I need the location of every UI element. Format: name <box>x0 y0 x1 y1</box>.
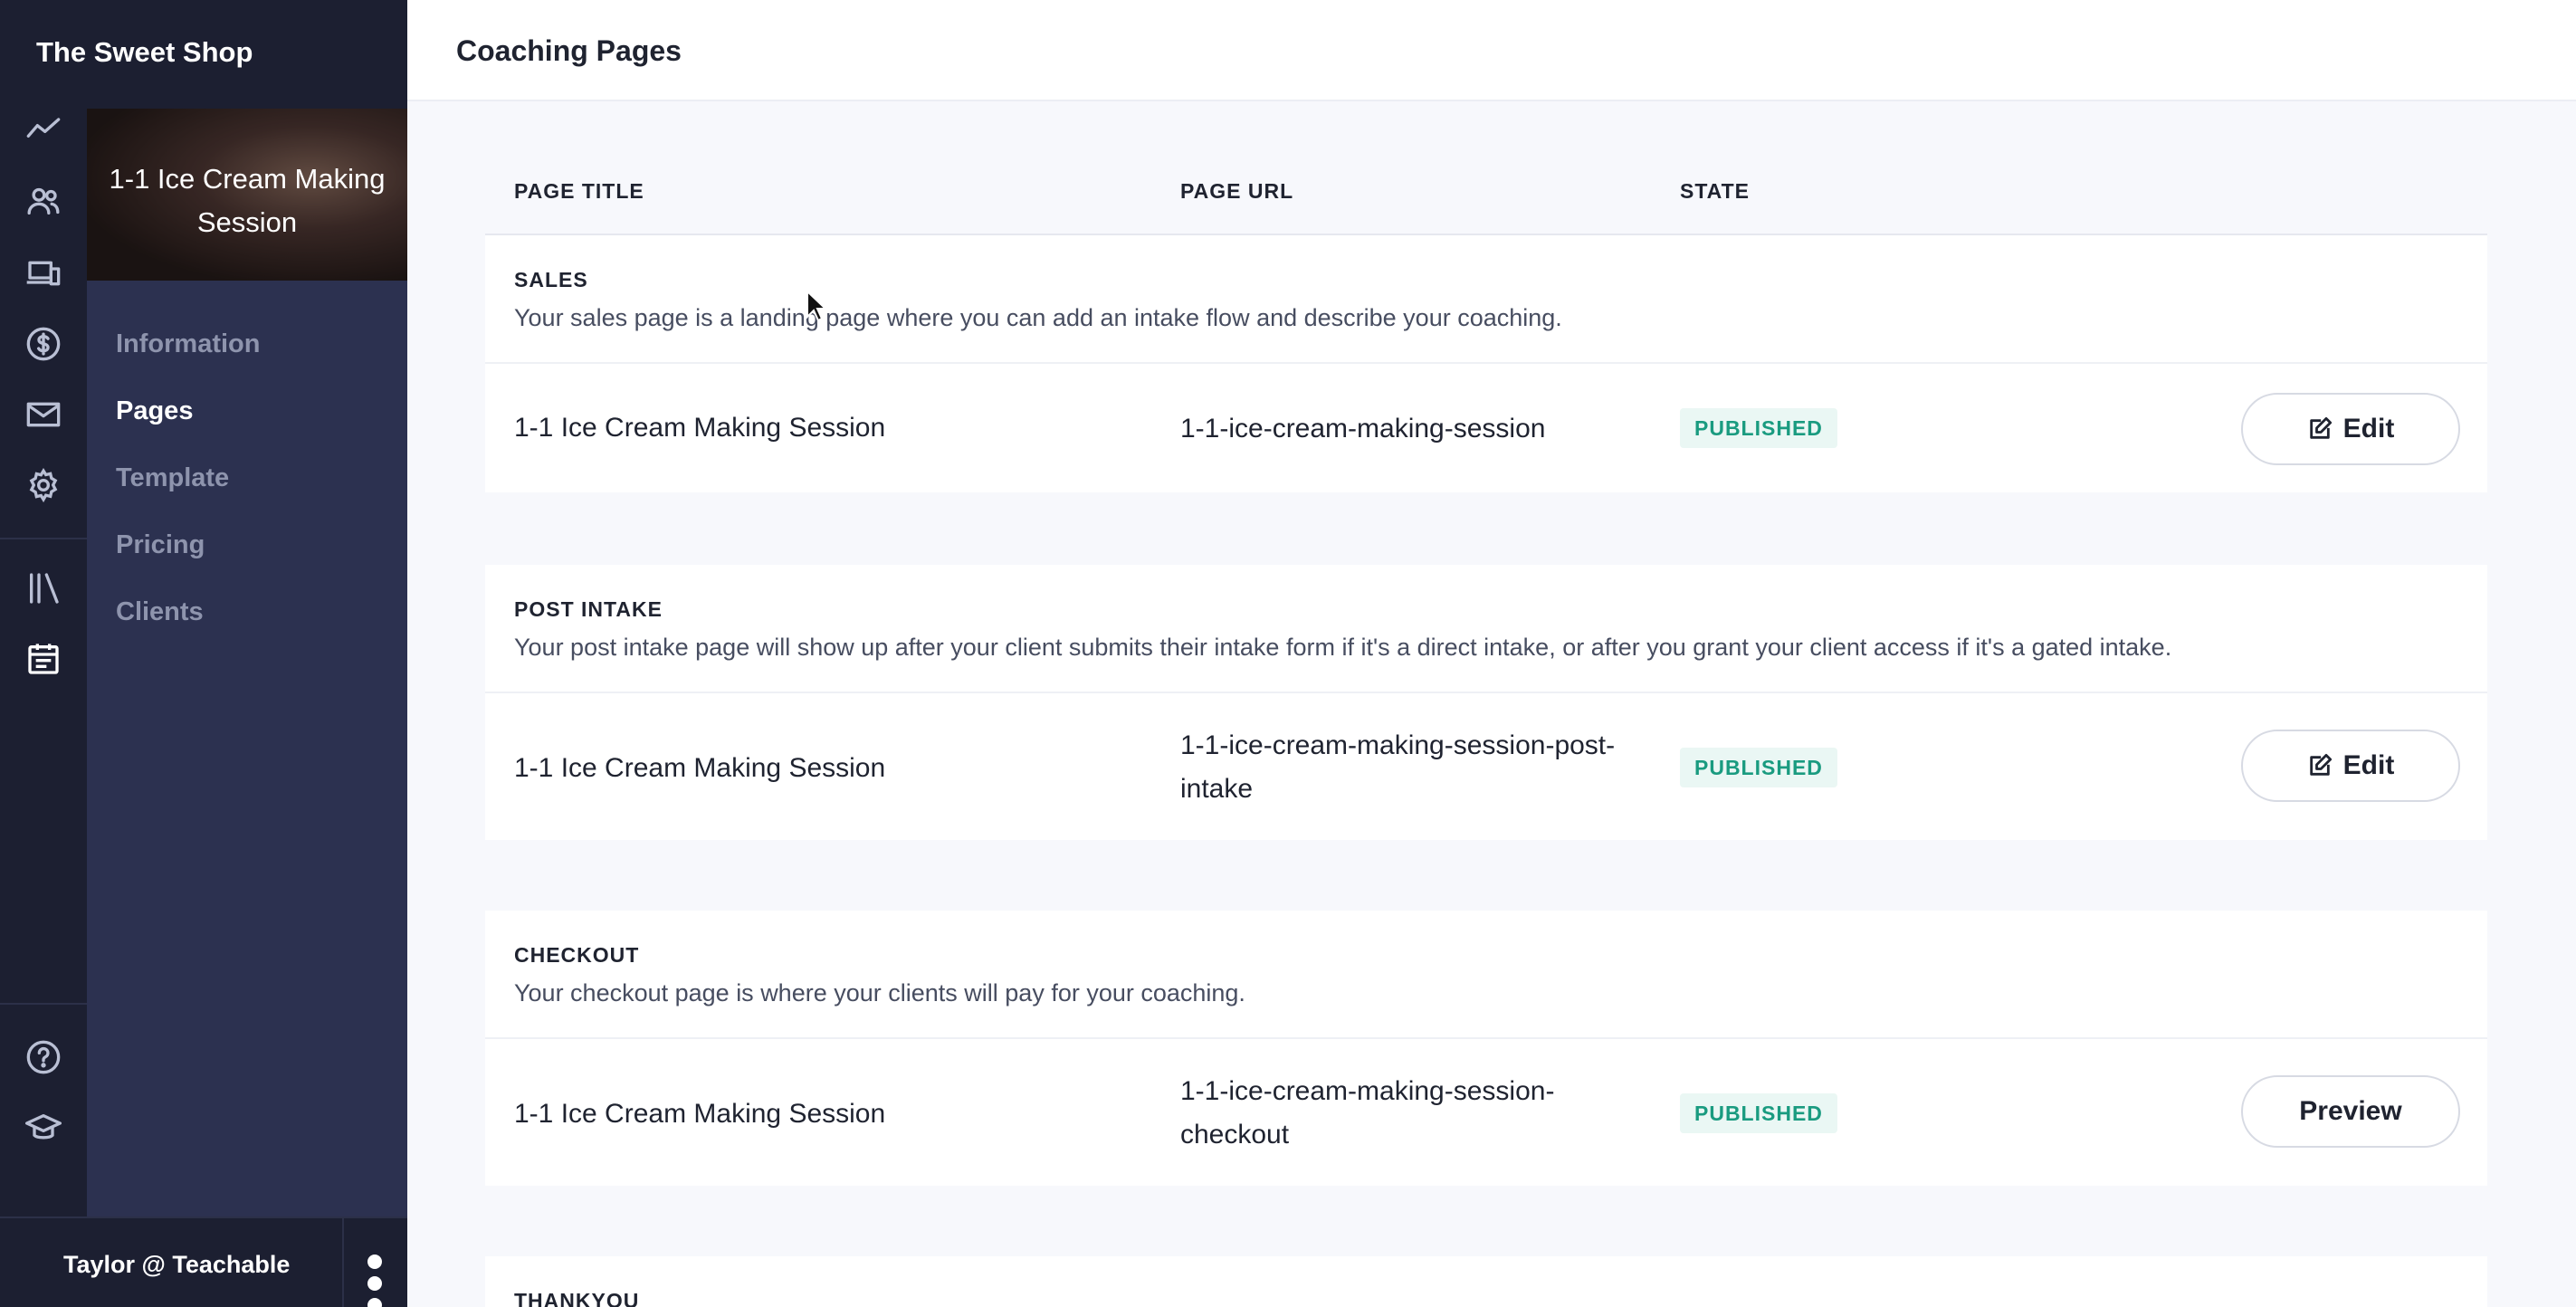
column-header-state: STATE <box>1680 179 1750 203</box>
edit-icon <box>2309 416 2332 439</box>
status-badge: PUBLISHED <box>1680 748 1837 787</box>
section-checkout: CHECKOUT Your checkout page is where you… <box>485 911 2487 1186</box>
more-options-icon[interactable] <box>364 1247 386 1307</box>
page-title-cell: 1-1 Ice Cream Making Session <box>514 753 886 783</box>
calendar-icon[interactable] <box>25 641 62 677</box>
status-badge: PUBLISHED <box>1680 1093 1837 1133</box>
page-url-cell: 1-1-ice-cream-making-session <box>1180 414 1546 444</box>
edit-button-label: Edit <box>2342 750 2395 780</box>
section-label: CHECKOUT <box>514 943 640 967</box>
sidebar-item-information[interactable]: Information <box>116 329 261 359</box>
dollar-icon[interactable] <box>25 326 62 362</box>
course-title: 1-1 Ice Cream Making Session <box>109 163 386 238</box>
user-footer: Taylor @ Teachable <box>0 1216 407 1307</box>
status-badge: PUBLISHED <box>1680 408 1837 448</box>
page-url-cell: 1-1-ice-cream-making-session-checkout <box>1180 1076 1555 1150</box>
column-header-title: PAGE TITLE <box>514 179 644 203</box>
edit-icon <box>2309 753 2332 776</box>
section-divider <box>485 1037 2487 1039</box>
gear-icon[interactable] <box>25 467 62 503</box>
mail-icon[interactable] <box>25 396 62 433</box>
sidebar-item-pages[interactable]: Pages <box>116 396 193 426</box>
analytics-icon[interactable] <box>25 110 62 147</box>
user-menu[interactable]: Taylor @ Teachable <box>63 1251 290 1279</box>
help-icon[interactable] <box>25 1039 62 1075</box>
rail-divider <box>0 538 87 539</box>
section-thankyou: THANKYOU <box>485 1256 2487 1307</box>
devices-icon[interactable] <box>25 255 62 291</box>
course-sidebar: 1-1 Ice Cream Making Session Information… <box>87 109 407 1216</box>
sidebar-item-pricing[interactable]: Pricing <box>116 530 205 560</box>
top-bar: Coaching Pages <box>407 0 2576 101</box>
edit-button[interactable]: Edit <box>2241 393 2460 465</box>
column-header-url: PAGE URL <box>1180 179 1294 203</box>
section-label: SALES <box>514 268 588 291</box>
section-label: POST INTAKE <box>514 597 663 621</box>
section-label: THANKYOU <box>514 1289 640 1307</box>
users-icon[interactable] <box>25 183 62 219</box>
page-title-cell: 1-1 Ice Cream Making Session <box>514 413 886 443</box>
sidebar-item-template[interactable]: Template <box>116 463 229 493</box>
section-description: Your post intake page will show up after… <box>514 634 2172 661</box>
page-title-cell: 1-1 Ice Cream Making Session <box>514 1099 886 1129</box>
edit-button[interactable]: Edit <box>2241 730 2460 802</box>
page-title: Coaching Pages <box>456 34 682 67</box>
section-post-intake: POST INTAKE Your post intake page will s… <box>485 565 2487 840</box>
section-divider <box>485 692 2487 693</box>
section-sales: SALES Your sales page is a landing page … <box>485 235 2487 492</box>
icon-rail <box>0 0 87 1307</box>
edit-button-label: Edit <box>2342 414 2395 444</box>
section-description: Your checkout page is where your clients… <box>514 979 1245 1006</box>
mouse-cursor-icon <box>806 289 829 322</box>
rail-divider <box>0 1003 87 1005</box>
preview-button-label: Preview <box>2299 1096 2402 1126</box>
sidebar-item-clients[interactable]: Clients <box>116 597 204 627</box>
graduation-cap-icon[interactable] <box>25 1110 62 1146</box>
section-divider <box>485 362 2487 364</box>
preview-button[interactable]: Preview <box>2241 1075 2460 1148</box>
library-icon[interactable] <box>25 570 62 606</box>
page-url-cell: 1-1-ice-cream-making-session-post-intake <box>1180 730 1616 804</box>
footer-divider <box>342 1218 344 1307</box>
brand-title[interactable]: The Sweet Shop <box>0 0 407 109</box>
section-description: Your sales page is a landing page where … <box>514 304 1562 331</box>
